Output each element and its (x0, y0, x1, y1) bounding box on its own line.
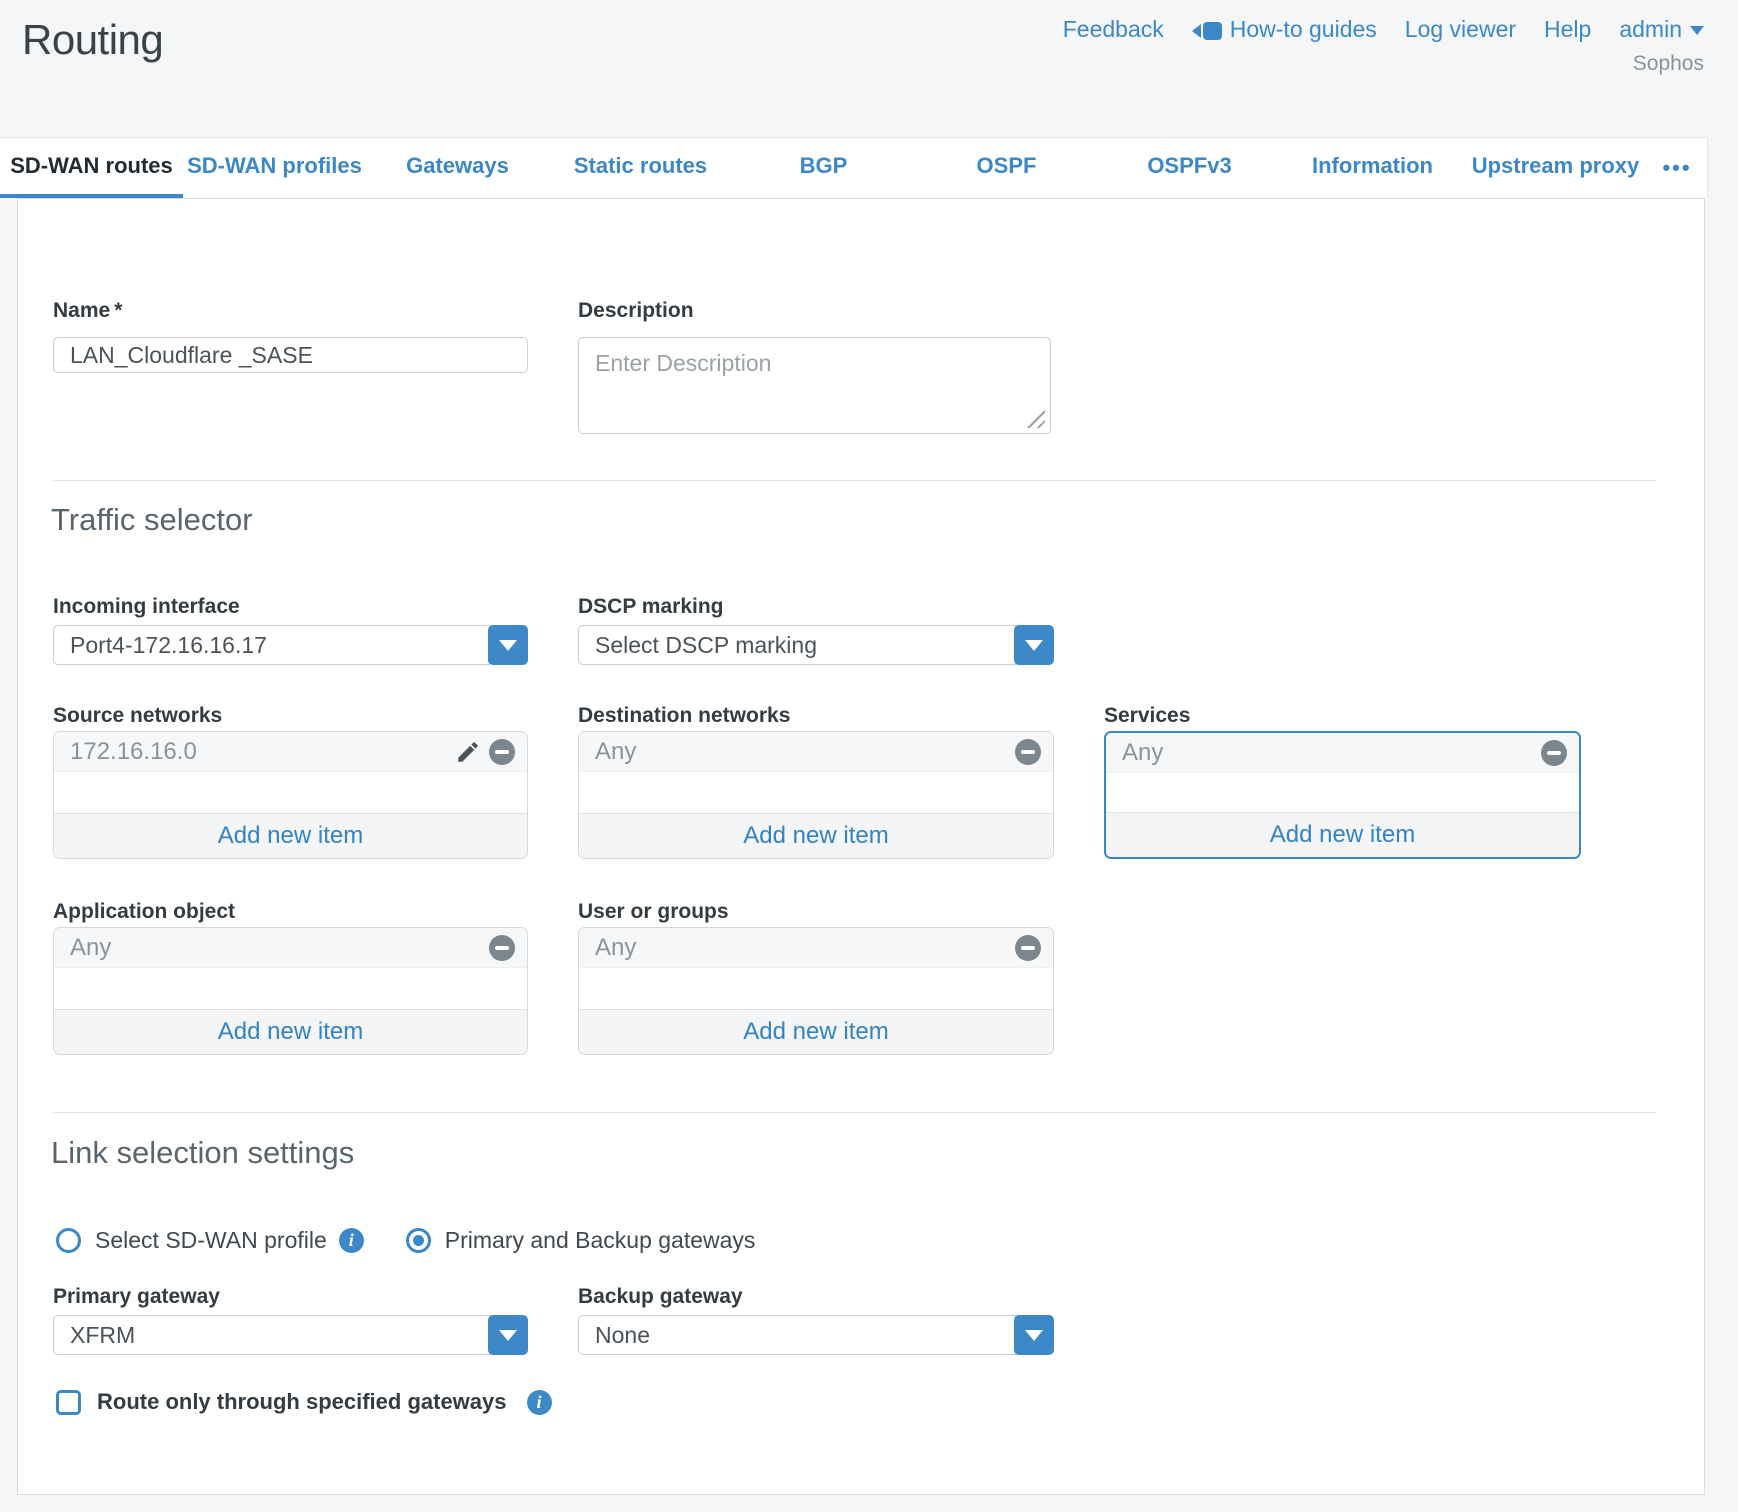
checkbox-label: Route only through specified gateways (97, 1389, 507, 1415)
list-item: 172.16.16.0 (54, 732, 527, 772)
remove-item-icon[interactable] (1541, 740, 1567, 766)
description-textarea[interactable] (578, 337, 1051, 434)
radio-label: Primary and Backup gateways (445, 1227, 756, 1254)
info-icon[interactable]: i (527, 1390, 552, 1415)
add-new-item-button[interactable]: Add new item (54, 1009, 527, 1054)
sd-wan-route-form: Name* Description Traffic selector Incom… (17, 198, 1705, 1495)
tab-sd-wan-profiles[interactable]: SD-WAN profiles (183, 138, 366, 198)
traffic-selector-heading: Traffic selector (51, 502, 253, 538)
application-object-label: Application object (53, 900, 235, 924)
incoming-interface-select[interactable]: Port4-172.16.16.17 (53, 625, 528, 665)
list-item-text: 172.16.16.0 (70, 738, 455, 766)
admin-menu[interactable]: admin (1619, 16, 1704, 43)
radio-primary-backup-gateways[interactable] (406, 1228, 431, 1253)
how-to-guides-link[interactable]: How-to guides (1192, 16, 1377, 43)
section-divider (53, 1112, 1656, 1113)
source-networks-label: Source networks (53, 704, 222, 728)
name-input[interactable] (53, 337, 528, 373)
services-box: Any Add new item (1104, 731, 1581, 859)
info-icon[interactable]: i (339, 1228, 364, 1253)
backup-gateway-label: Backup gateway (578, 1285, 743, 1309)
dscp-marking-label: DSCP marking (578, 595, 724, 619)
video-camera-icon (1192, 21, 1222, 41)
destination-networks-box: Any Add new item (578, 731, 1054, 859)
list-item-text: Any (70, 934, 489, 962)
primary-gateway-label: Primary gateway (53, 1285, 220, 1309)
tab-bar: SD-WAN routes SD-WAN profiles Gateways S… (0, 137, 1708, 198)
services-label: Services (1104, 704, 1190, 728)
dropdown-arrow-icon[interactable] (1014, 625, 1054, 665)
dropdown-arrow-icon[interactable] (1014, 1315, 1054, 1355)
box-spacer (1106, 773, 1579, 812)
log-viewer-link[interactable]: Log viewer (1405, 16, 1516, 43)
description-label: Description (578, 299, 694, 323)
remove-item-icon[interactable] (1015, 739, 1041, 765)
tab-overflow-ellipsis-icon[interactable]: ••• (1647, 138, 1707, 198)
radio-label: Select SD-WAN profile (95, 1227, 327, 1254)
page-header: Routing Feedback How-to guides Log viewe… (0, 0, 1738, 137)
dropdown-arrow-icon[interactable] (488, 625, 528, 665)
list-item: Any (1106, 733, 1579, 773)
tab-sd-wan-routes[interactable]: SD-WAN routes (0, 138, 183, 198)
incoming-interface-value: Port4-172.16.16.17 (53, 625, 490, 665)
add-new-item-button[interactable]: Add new item (1106, 812, 1579, 857)
destination-networks-label: Destination networks (578, 704, 790, 728)
source-networks-box: 172.16.16.0 Add new item (53, 731, 528, 859)
section-divider (53, 480, 1656, 481)
remove-item-icon[interactable] (489, 739, 515, 765)
help-link[interactable]: Help (1544, 16, 1591, 43)
list-item: Any (579, 732, 1053, 772)
feedback-link[interactable]: Feedback (1063, 16, 1164, 43)
route-only-row: Route only through specified gateways i (56, 1389, 552, 1415)
tab-ospfv3[interactable]: OSPFv3 (1098, 138, 1281, 198)
edit-pencil-icon[interactable] (455, 739, 481, 765)
name-label: Name* (53, 299, 122, 323)
tab-information[interactable]: Information (1281, 138, 1464, 198)
user-or-groups-box: Any Add new item (578, 927, 1054, 1055)
tab-ospf[interactable]: OSPF (915, 138, 1098, 198)
user-or-groups-label: User or groups (578, 900, 729, 924)
tab-static-routes[interactable]: Static routes (549, 138, 732, 198)
link-selection-radios: Select SD-WAN profile i Primary and Back… (56, 1227, 755, 1254)
incoming-interface-label: Incoming interface (53, 595, 240, 619)
remove-item-icon[interactable] (1015, 935, 1041, 961)
top-nav: Feedback How-to guides Log viewer Help a… (1063, 16, 1704, 43)
dscp-marking-select[interactable]: Select DSCP marking (578, 625, 1054, 665)
box-spacer (54, 772, 527, 813)
primary-gateway-select[interactable]: XFRM (53, 1315, 528, 1355)
primary-gateway-value: XFRM (53, 1315, 490, 1355)
list-item-text: Any (595, 738, 1015, 766)
dropdown-arrow-icon[interactable] (488, 1315, 528, 1355)
add-new-item-button[interactable]: Add new item (54, 813, 527, 858)
remove-item-icon[interactable] (489, 935, 515, 961)
box-spacer (579, 968, 1053, 1009)
list-item-text: Any (595, 934, 1015, 962)
list-item: Any (54, 928, 527, 968)
application-object-box: Any Add new item (53, 927, 528, 1055)
box-spacer (54, 968, 527, 1009)
tab-bgp[interactable]: BGP (732, 138, 915, 198)
route-only-checkbox[interactable] (56, 1390, 81, 1415)
tab-upstream-proxy[interactable]: Upstream proxy (1464, 138, 1647, 198)
list-item: Any (579, 928, 1053, 968)
backup-gateway-value: None (578, 1315, 1016, 1355)
dscp-marking-value: Select DSCP marking (578, 625, 1016, 665)
brand-label: Sophos (1633, 52, 1704, 76)
page-title: Routing (22, 16, 163, 64)
required-asterisk: * (114, 299, 122, 322)
link-selection-heading: Link selection settings (51, 1135, 354, 1171)
list-item-text: Any (1122, 739, 1541, 767)
backup-gateway-select[interactable]: None (578, 1315, 1054, 1355)
caret-down-icon (1690, 26, 1704, 42)
box-spacer (579, 772, 1053, 813)
add-new-item-button[interactable]: Add new item (579, 813, 1053, 858)
radio-select-sd-wan-profile[interactable] (56, 1228, 81, 1253)
add-new-item-button[interactable]: Add new item (579, 1009, 1053, 1054)
tab-gateways[interactable]: Gateways (366, 138, 549, 198)
